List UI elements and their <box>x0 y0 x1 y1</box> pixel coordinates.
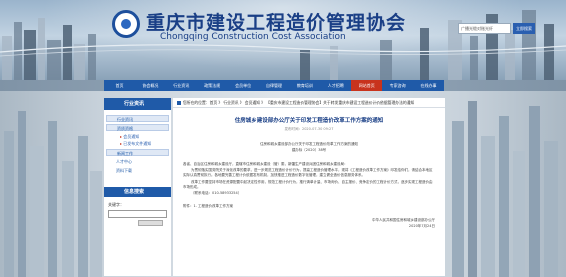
nav-item[interactable]: 自律管理 <box>259 80 290 91</box>
sidebar-heading: 行业资讯 <box>104 98 171 110</box>
sidebar-item-news-work[interactable]: 新闻工作 <box>106 149 169 156</box>
nav-item[interactable]: 协会概况 <box>135 80 166 91</box>
left-cityscape <box>4 111 102 277</box>
nav-item[interactable]: 政策法规 <box>197 80 228 91</box>
keyword-label: 关键字： <box>108 202 124 207</box>
article-doc-number: 建办标〔2020〕38号 <box>291 148 327 153</box>
nav-item[interactable]: 教育培训 <box>289 80 320 91</box>
sidebar-item-industry-news[interactable]: 行业资讯 <box>106 115 169 122</box>
sidebar-subitem-member-notice[interactable]: 会员通知 <box>106 133 169 140</box>
site-subtitle: Chongqing Construction Cost Association <box>160 32 346 42</box>
home-icon <box>177 101 181 105</box>
nav-item[interactable]: 首页 <box>104 80 135 91</box>
breadcrumb-text[interactable]: 您所在的位置：首页 》 行业资讯 》 会员通知 》 【重庆市建设工程造价管理协会… <box>183 100 414 105</box>
site-title: 重庆市建设工程造价管理协会 <box>146 12 407 34</box>
right-cityscape <box>452 101 558 277</box>
nav-item[interactable]: 人才招聘 <box>320 80 351 91</box>
article-paragraph: 改革工作要坚持市场在资源配置中起决定性作用，规范工程计价行为，推行清单计量、市场… <box>183 179 433 189</box>
article-contact: （联系电话：010-58933254） <box>191 191 242 196</box>
article-title: 住房城乡建设部办公厅关于印发工程造价改革工作方案的通知 <box>234 118 384 124</box>
article-paragraph: 各省、自治区住房和城乡建设厅，直辖市住房和城乡建设（管）委，新疆生产建设兵团住房… <box>183 161 348 166</box>
sidebar-item-downloads[interactable]: 资料下载 <box>106 167 169 174</box>
association-logo <box>112 10 140 38</box>
keyword-input[interactable] <box>108 210 167 218</box>
search-input[interactable]: 广播光缆对账光纤 <box>458 23 511 34</box>
nav-item[interactable]: 网站首页 <box>351 80 383 91</box>
main-nav: 首页 协会概况 行业资讯 政策法规 会员单位 自律管理 教育培训 人才招聘 网站首页 专家咨询 在线… <box>104 80 444 91</box>
article-panel: 您所在的位置：首页 》 行业资讯 》 会员通知 》 【重庆市建设工程造价管理协会… <box>173 98 445 276</box>
article-attachment[interactable]: 附件：1. 工程造价改革工作方案 <box>183 204 435 209</box>
nav-item[interactable]: 会员单位 <box>228 80 259 91</box>
article-body: 住房和城乡建设部办公厅关于印发工程造价改革工作方案的通知 建办标〔2020〕38… <box>173 132 445 229</box>
article-paragraph: 为贯彻落实国务院关于深化改革的要求，进一步规范工程造价计价行为，提高工程造价管理… <box>183 167 433 178</box>
sidebar-list: 行业资讯 资质资格 会员通知 已发布文件通知 新闻工作 人才中心 资料下载 <box>104 110 171 179</box>
site-banner: 重庆市建设工程造价管理协会 Chongqing Construction Cos… <box>0 0 566 80</box>
article-date: 2020年7月24日 <box>408 223 435 228</box>
article-center-line: 住房和城乡建设部办公厅关于印发工程造价改革工作方案的通知 <box>260 142 358 146</box>
keyword-search-button[interactable] <box>138 220 163 226</box>
sidebar: 行业资讯 行业资讯 资质资格 会员通知 已发布文件通知 新闻工作 人才中心 资料… <box>104 98 171 276</box>
breadcrumb: 您所在的位置：首页 》 行业资讯 》 会员通知 》 【重庆市建设工程造价管理协会… <box>173 98 445 108</box>
nav-item[interactable]: 行业资讯 <box>166 80 197 91</box>
sidebar-item-talent[interactable]: 人才中心 <box>106 158 169 165</box>
sidebar-subitem-published-notice[interactable]: 已发布文件通知 <box>106 140 169 147</box>
nav-item[interactable]: 在线办事 <box>413 80 444 91</box>
nav-item[interactable]: 专家咨询 <box>382 80 413 91</box>
article-signature: 中华人民共和国住房和城乡建设部办公厅 <box>372 217 435 222</box>
sidebar-item-qualifications[interactable]: 资质资格 <box>106 124 169 131</box>
info-search-heading: 信息搜索 <box>104 187 171 197</box>
search-button[interactable]: 立即搜索 <box>513 23 535 34</box>
